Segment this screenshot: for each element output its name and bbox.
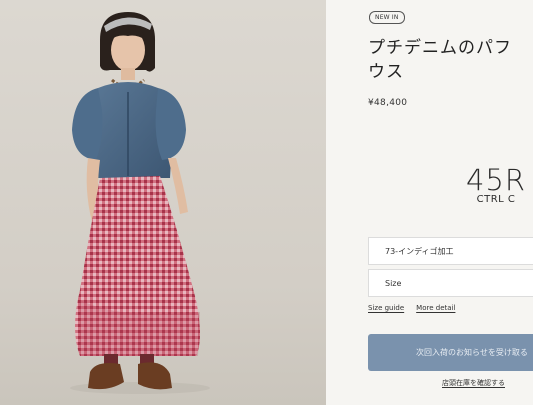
product-photo[interactable] <box>0 0 326 405</box>
product-price: ¥48,400 <box>368 98 408 108</box>
brand-logo: 45R CTRL C <box>461 166 531 206</box>
product-page: NEW IN プチデニムのパフ ウス ¥48,400 45R CTRL C 73… <box>0 0 533 405</box>
size-select-label: Size <box>385 279 402 288</box>
product-title: プチデニムのパフ ウス <box>368 36 528 84</box>
color-select[interactable]: 73-インディゴ加工 <box>368 237 533 265</box>
product-info-panel: NEW IN プチデニムのパフ ウス ¥48,400 45R CTRL C 73… <box>326 0 533 405</box>
model-illustration <box>70 12 210 394</box>
brand-logo-main: 45R <box>465 163 527 197</box>
product-title-line-1: プチデニムのパフ <box>368 38 512 58</box>
info-links: Size guide More detail <box>368 304 467 312</box>
store-stock-link[interactable]: 店頭在庫を確認する <box>442 378 505 388</box>
more-detail-link[interactable]: More detail <box>416 304 455 312</box>
color-select-value: 73-インディゴ加工 <box>385 247 454 256</box>
size-select[interactable]: Size <box>368 269 533 297</box>
new-in-badge: NEW IN <box>369 11 405 24</box>
restock-notify-button[interactable]: 次回入荷のお知らせを受け取る <box>368 334 533 371</box>
size-guide-link[interactable]: Size guide <box>368 304 404 312</box>
product-title-line-2: ウス <box>368 62 404 82</box>
